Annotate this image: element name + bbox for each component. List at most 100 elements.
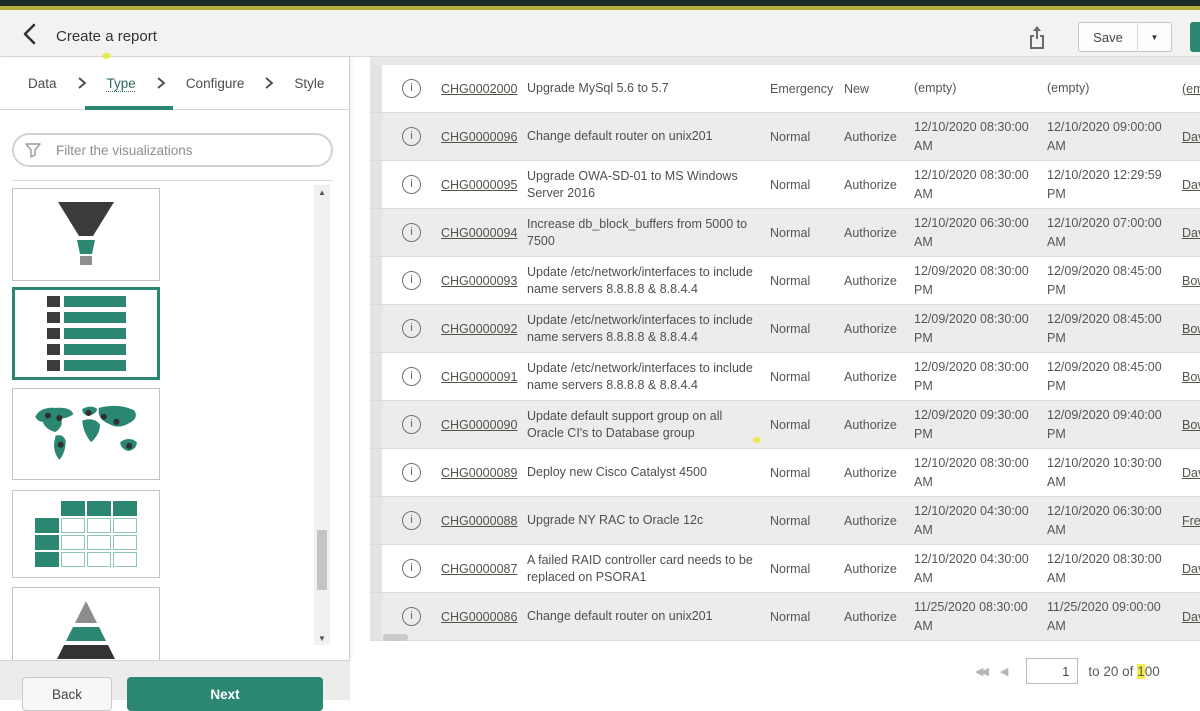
start-date-cell: (empty)	[914, 79, 1047, 98]
assigned-to-link[interactable]: Bow	[1182, 322, 1200, 336]
change-number-cell: CHG0000091	[430, 370, 526, 384]
info-icon[interactable]: i	[402, 559, 421, 578]
change-number-link[interactable]: CHG0000095	[441, 178, 517, 192]
end-date-cell: 12/09/2020 09:40:00 PM	[1047, 406, 1182, 444]
report-designer-sidebar: Data Type Configure Style	[0, 57, 350, 660]
table-row: iCHG0000092Update /etc/network/interface…	[370, 305, 1200, 353]
state-cell: Authorize	[844, 226, 914, 240]
change-number-link[interactable]: CHG0000091	[441, 370, 517, 384]
assigned-to-link[interactable]: Fre	[1182, 514, 1200, 528]
pyramid-chart-icon	[31, 595, 141, 661]
short-description-cell: Increase db_block_buffers from 5000 to 7…	[526, 216, 770, 250]
assigned-to-link[interactable]: Dav	[1182, 178, 1200, 192]
assigned-to-link[interactable]: Dav	[1182, 226, 1200, 240]
short-description-cell: A failed RAID controller card needs to b…	[526, 552, 770, 586]
row-gutter	[370, 593, 382, 640]
assigned-to-cell: Fre	[1182, 514, 1200, 528]
table-row: iCHG0000091Update /etc/network/interface…	[370, 353, 1200, 401]
assigned-to-cell: Dav	[1182, 178, 1200, 192]
step-data[interactable]: Data	[28, 76, 57, 91]
assigned-to-link[interactable]: Dav	[1182, 562, 1200, 576]
assigned-to-link[interactable]: (em	[1182, 82, 1200, 96]
world-map-icon	[27, 399, 145, 470]
back-button[interactable]: Back	[22, 677, 112, 711]
end-date-cell: 12/10/2020 10:30:00 AM	[1047, 454, 1182, 492]
change-number-cell: CHG0000088	[430, 514, 526, 528]
info-icon[interactable]: i	[402, 223, 421, 242]
table-row: iCHG0000096Change default router on unix…	[370, 113, 1200, 161]
step-configure[interactable]: Configure	[186, 76, 245, 91]
scroll-up-icon[interactable]: ▲	[314, 185, 330, 199]
assigned-to-link[interactable]: Bow	[1182, 274, 1200, 288]
share-icon[interactable]	[1024, 24, 1050, 50]
save-dropdown-button[interactable]: ▼	[1137, 22, 1172, 52]
scrollbar-thumb[interactable]	[317, 530, 327, 590]
filter-visualizations-input[interactable]	[12, 133, 333, 167]
state-cell: Authorize	[844, 466, 914, 480]
highlight-artifact	[753, 437, 761, 443]
info-icon[interactable]: i	[402, 607, 421, 626]
step-style[interactable]: Style	[294, 76, 324, 91]
priority-cell: Normal	[770, 610, 844, 624]
info-icon[interactable]: i	[402, 79, 421, 98]
info-icon[interactable]: i	[402, 175, 421, 194]
change-number-link[interactable]: CHG0000088	[441, 514, 517, 528]
short-description-cell: Deploy new Cisco Catalyst 4500	[526, 464, 770, 481]
viz-type-map[interactable]	[12, 388, 160, 480]
change-number-link[interactable]: CHG0002000	[441, 82, 517, 96]
info-icon[interactable]: i	[402, 319, 421, 338]
info-icon-cell: i	[382, 463, 430, 482]
save-button[interactable]: Save	[1078, 22, 1138, 52]
change-number-cell: CHG0000094	[430, 226, 526, 240]
change-number-link[interactable]: CHG0000089	[441, 466, 517, 480]
info-icon[interactable]: i	[402, 463, 421, 482]
viz-type-list[interactable]	[12, 287, 160, 380]
assigned-to-link[interactable]: Dav	[1182, 610, 1200, 624]
assigned-to-link[interactable]: Dav	[1182, 466, 1200, 480]
info-icon[interactable]: i	[402, 127, 421, 146]
assigned-to-link[interactable]: Dav	[1182, 130, 1200, 144]
change-number-link[interactable]: CHG0000086	[441, 610, 517, 624]
horizontal-scrollbar-thumb[interactable]	[383, 634, 408, 641]
info-icon-cell: i	[382, 223, 430, 242]
back-chevron-icon[interactable]	[18, 21, 44, 47]
first-page-icon[interactable]: ◀◀	[975, 665, 986, 678]
start-date-cell: 12/10/2020 08:30:00 AM	[914, 166, 1047, 204]
info-icon[interactable]: i	[402, 367, 421, 386]
end-date-cell: 12/10/2020 09:00:00 AM	[1047, 118, 1182, 156]
info-icon-cell: i	[382, 271, 430, 290]
scroll-down-icon[interactable]: ▼	[314, 631, 330, 645]
state-cell: Authorize	[844, 562, 914, 576]
info-icon[interactable]: i	[402, 271, 421, 290]
row-gutter	[370, 305, 382, 352]
assigned-to-link[interactable]: Bow	[1182, 370, 1200, 384]
state-cell: Authorize	[844, 514, 914, 528]
change-number-link[interactable]: CHG0000094	[441, 226, 517, 240]
change-number-cell: CHG0000096	[430, 130, 526, 144]
change-number-link[interactable]: CHG0000096	[441, 130, 517, 144]
change-number-link[interactable]: CHG0000090	[441, 418, 517, 432]
info-icon[interactable]: i	[402, 511, 421, 530]
assigned-to-cell: Bow	[1182, 274, 1200, 288]
previous-page-icon[interactable]: ◀	[1000, 665, 1008, 678]
viz-type-funnel[interactable]	[12, 188, 160, 281]
change-number-link[interactable]: CHG0000092	[441, 322, 517, 336]
table-row: iCHG0000088Upgrade NY RAC to Oracle 12cN…	[370, 497, 1200, 545]
chevron-right-icon	[156, 76, 166, 90]
next-button[interactable]: Next	[127, 677, 323, 711]
start-date-cell: 12/10/2020 04:30:00 AM	[914, 550, 1047, 588]
info-icon[interactable]: i	[402, 415, 421, 434]
viz-type-pyramid[interactable]	[12, 587, 160, 660]
viz-type-table[interactable]	[12, 490, 160, 578]
change-number-link[interactable]: CHG0000087	[441, 562, 517, 576]
state-cell: Authorize	[844, 178, 914, 192]
assigned-to-link[interactable]: Bow	[1182, 418, 1200, 432]
page-number-input[interactable]	[1026, 658, 1078, 684]
end-date-cell: 12/10/2020 08:30:00 AM	[1047, 550, 1182, 588]
change-number-link[interactable]: CHG0000093	[441, 274, 517, 288]
clipped-primary-button[interactable]	[1190, 22, 1200, 52]
chevron-right-icon	[77, 76, 87, 90]
active-step-indicator	[85, 106, 173, 110]
start-date-cell: 11/25/2020 08:30:00 AM	[914, 598, 1047, 636]
step-type[interactable]: Type	[107, 76, 136, 91]
